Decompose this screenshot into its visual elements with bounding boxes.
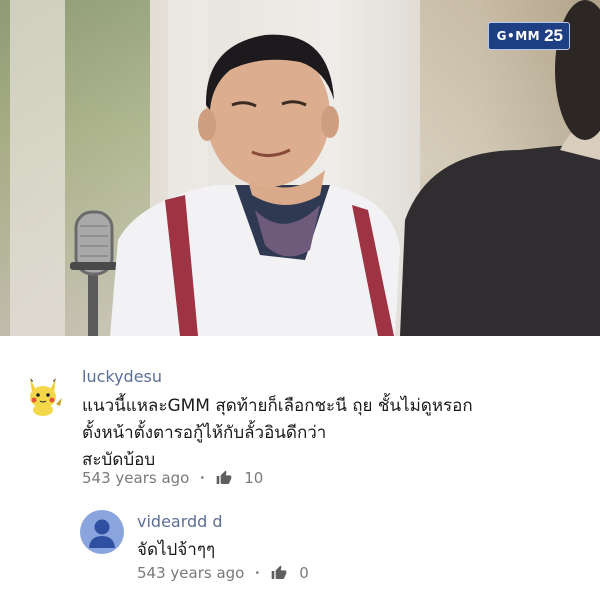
comment-timestamp: 543 years ago bbox=[82, 469, 190, 487]
like-count: 0 bbox=[299, 564, 309, 582]
like-count: 10 bbox=[244, 469, 264, 487]
singer-image bbox=[110, 34, 400, 336]
comment-author[interactable]: luckydesu bbox=[82, 367, 162, 386]
comment-text-line: จัดไปจ้าๆๆ bbox=[137, 540, 216, 560]
video-scene bbox=[10, 0, 600, 336]
comment-text-line: ตั้งหน้าตั้งตารอกู้ไห้กับลั้วอินดีกว่า bbox=[82, 423, 327, 443]
comment-meta: 543 years ago • 10 bbox=[82, 469, 263, 487]
channel-logo-number: 25 bbox=[544, 26, 563, 45]
video-frame[interactable]: G•MM 25 bbox=[0, 0, 600, 336]
comment-timestamp: 543 years ago bbox=[137, 564, 245, 582]
comment-text: จัดไปจ้าๆๆ bbox=[137, 537, 215, 564]
comment-text-line: แนวนี้แหละGMM สุดท้ายก็เลือกชะนี ถุย ชั้… bbox=[82, 396, 473, 416]
thumbs-up-icon[interactable] bbox=[271, 565, 287, 581]
comment-meta: 543 years ago • 0 bbox=[137, 564, 309, 582]
default-user-avatar-icon[interactable] bbox=[80, 510, 124, 554]
channel-logo: G•MM 25 bbox=[487, 22, 570, 50]
person-back-image bbox=[400, 0, 600, 336]
channel-logo-text: G•MM bbox=[496, 29, 541, 43]
pikachu-avatar-icon[interactable] bbox=[20, 370, 66, 416]
meta-separator: • bbox=[199, 472, 206, 484]
microphone-image bbox=[70, 210, 118, 336]
thumbs-up-icon[interactable] bbox=[216, 470, 232, 486]
meta-separator: • bbox=[254, 567, 261, 579]
comment-text: แนวนี้แหละGMM สุดท้ายก็เลือกชะนี ถุย ชั้… bbox=[82, 393, 473, 474]
comment-author[interactable]: videardd d bbox=[137, 512, 223, 531]
